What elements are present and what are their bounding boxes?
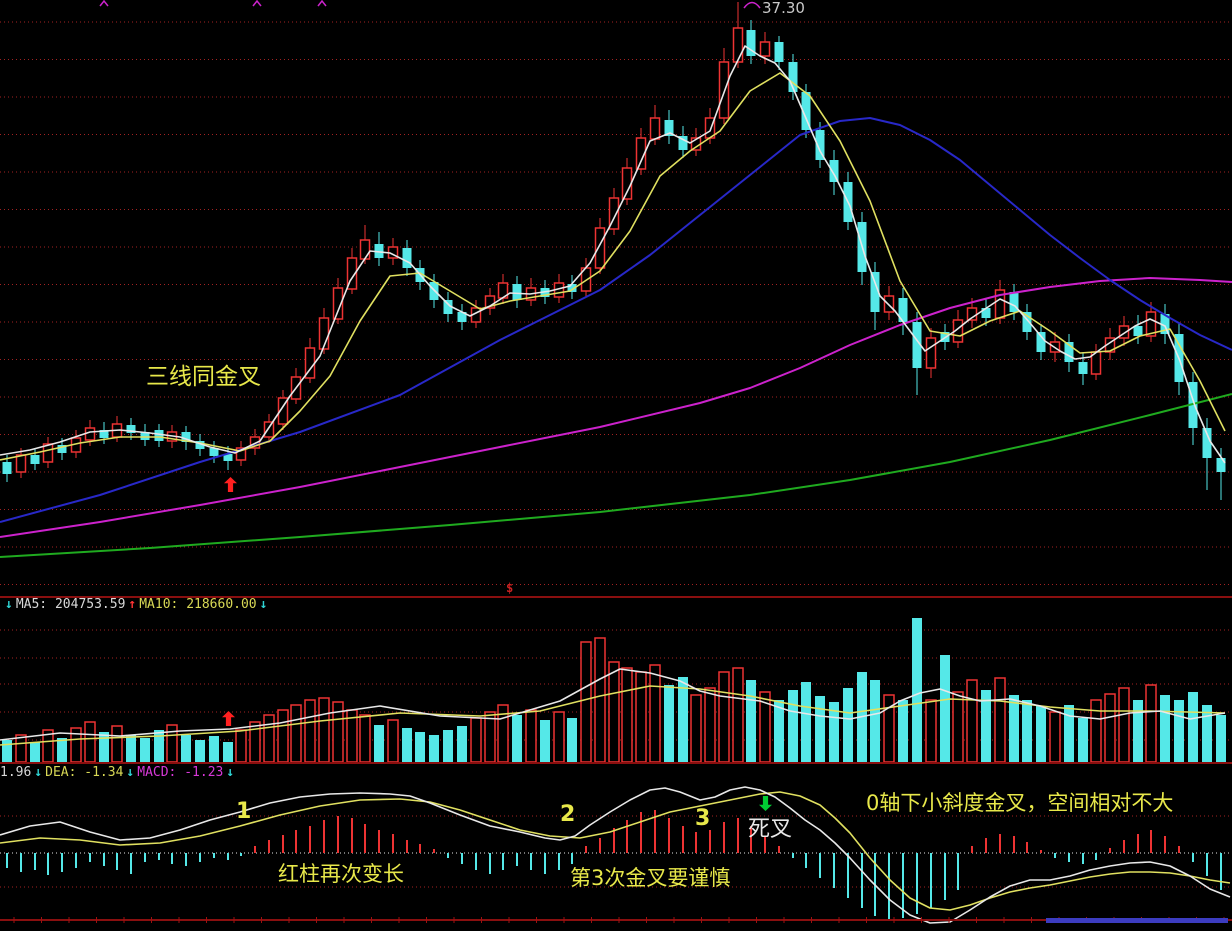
ma10-line	[0, 73, 1225, 460]
ma-magenta-line	[0, 278, 1232, 537]
ma-green-line	[0, 394, 1232, 557]
volume-ma5-up-icon: ↑	[128, 597, 136, 613]
volume-ma10-value: MA10: 218660.00	[139, 597, 256, 613]
macd-dea-down-icon: ↓	[126, 765, 134, 781]
macd-dif-value: 1.96	[0, 765, 31, 781]
divider-currency-marker: $	[506, 581, 513, 595]
volume-ma10-down-icon: ↓	[260, 597, 268, 613]
golden-cross-annotation: 三线同金叉	[146, 365, 261, 390]
macd-dif-down-icon: ↓	[34, 765, 42, 781]
volume-trend-down-icon: ↓	[5, 597, 13, 613]
red-bars-note: 红柱再次变长	[278, 863, 404, 886]
stock-chart-window: 37.30 三线同金叉 1 2 3 死叉 0轴下小斜度金叉，空间相对不大红柱再次变长 第3次金…	[0, 0, 1232, 931]
volume-bars-layer	[2, 618, 1226, 762]
macd-mark-1: 1	[236, 800, 251, 824]
third-cross-note: 第3次金叉要谨慎	[570, 867, 730, 890]
macd-mark-3: 3	[695, 807, 710, 831]
zero-axis-note: 0轴下小斜度金叉，空间相对不大	[866, 792, 1173, 815]
death-cross-label: 死叉	[748, 818, 792, 842]
scrollbar-thumb[interactable]	[1046, 918, 1228, 923]
macd-macd-value: MACD: -1.23	[137, 765, 223, 781]
price-peak-label: 37.30	[762, 0, 805, 17]
macd-macd-down-icon: ↓	[226, 765, 234, 781]
macd-indicator-header: 1.96 ↓ DEA: -1.34 ↓ MACD: -1.23 ↓	[0, 765, 237, 781]
volume-ma5-value: MA5: 204753.59	[16, 597, 126, 613]
macd-dea-value: DEA: -1.34	[45, 765, 123, 781]
volume-indicator-header: ↓ MA5: 204753.59 ↑ MA10: 218660.00 ↓	[2, 597, 270, 613]
ma-blue-line	[0, 118, 1232, 522]
top-marks-layer	[100, 1, 760, 8]
macd-mark-2: 2	[560, 803, 575, 827]
